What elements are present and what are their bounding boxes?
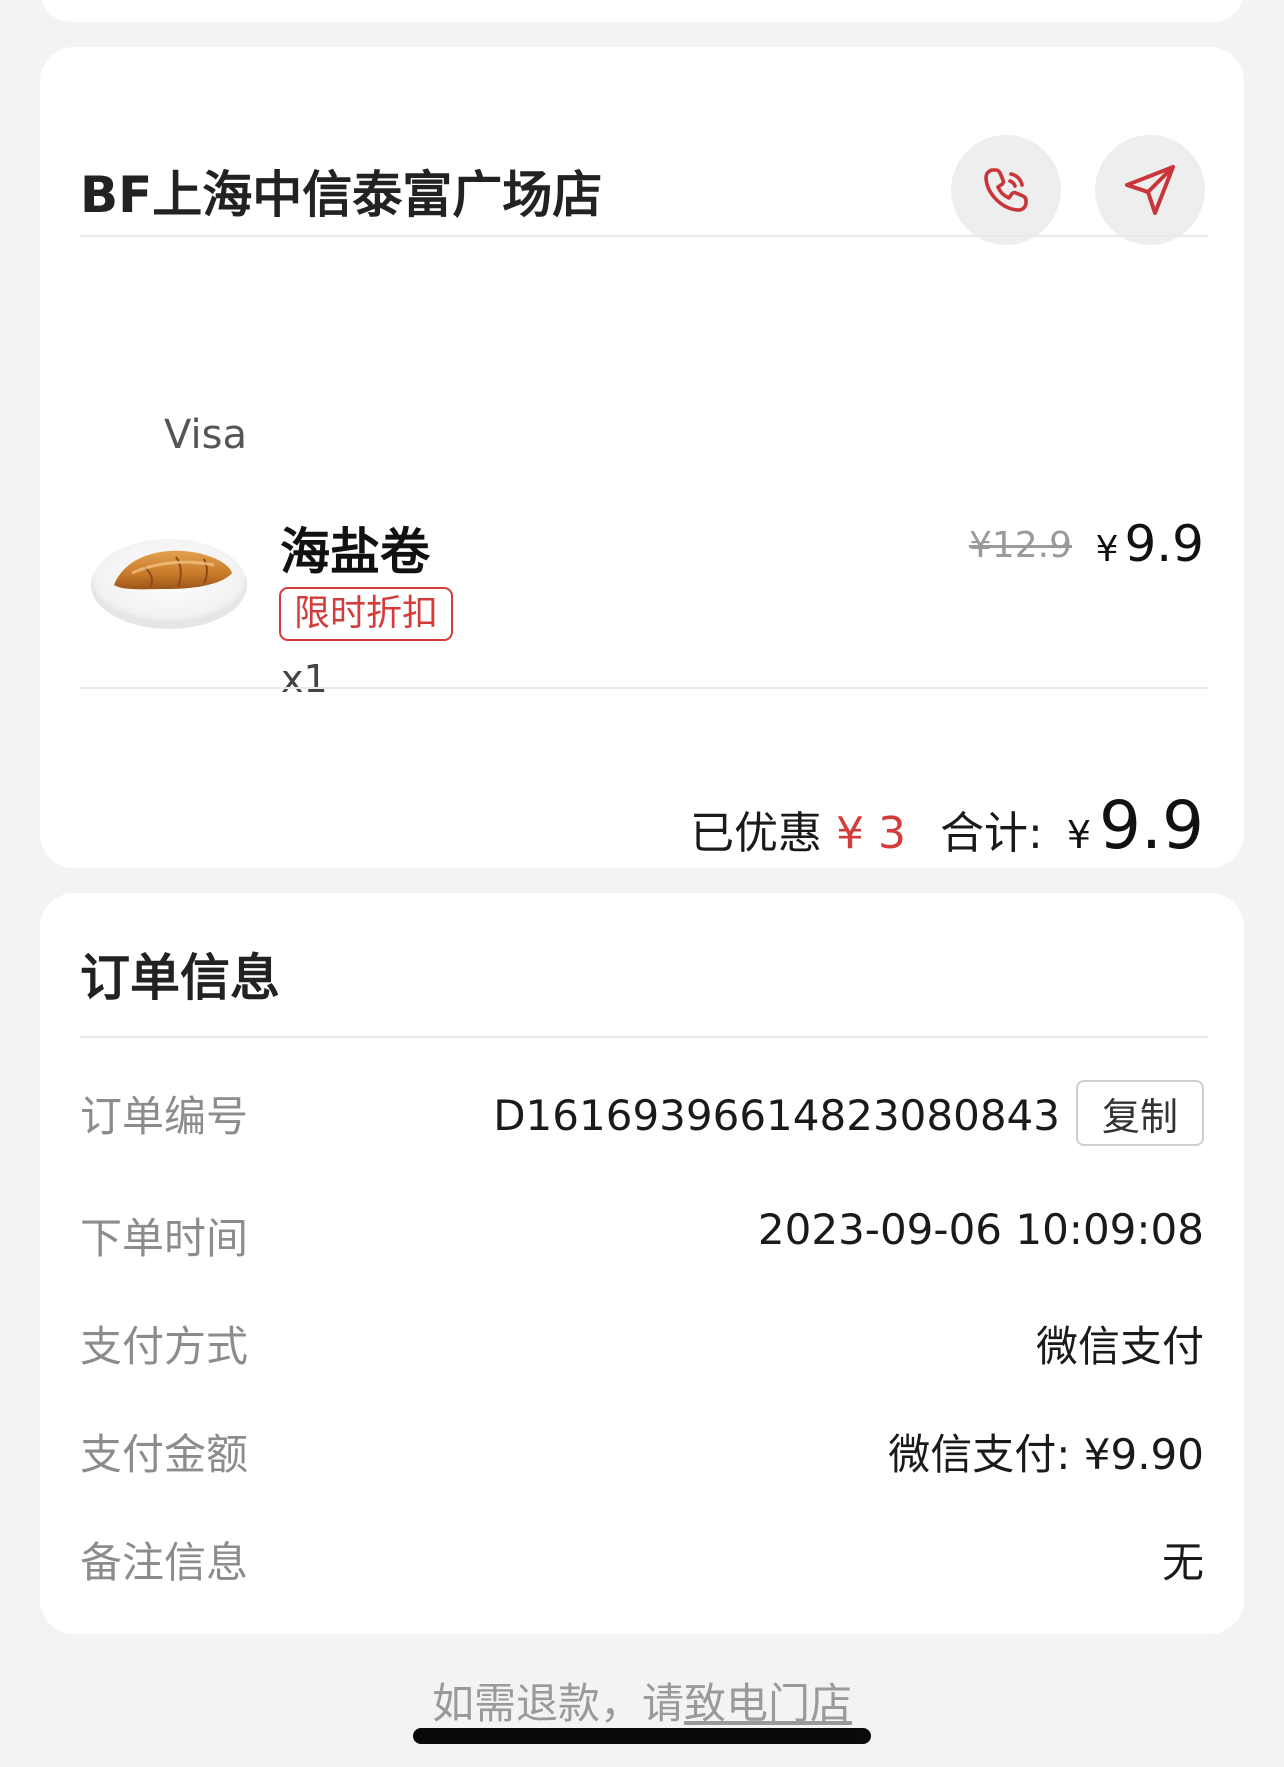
remarks-label: 备注信息 <box>80 1538 249 1587</box>
refund-note: 如需退款，请致电门店 <box>0 1670 1284 1731</box>
total-value: 9.9 <box>1099 787 1204 864</box>
payment-amount-value: 微信支付: ¥9.90 <box>888 1430 1204 1479</box>
payment-method-label: 支付方式 <box>80 1322 249 1371</box>
divider <box>80 1036 1208 1038</box>
divider <box>80 235 1208 237</box>
current-price-value: 9.9 <box>1124 515 1204 573</box>
promo-tag: 限时折扣 <box>279 587 454 641</box>
navigation-arrow-icon <box>1125 165 1175 215</box>
product-quantity: x1 <box>281 657 328 701</box>
order-info-card: 订单信息 订单编号 D1616939661482308084​3 复制 下单时间… <box>40 893 1244 1634</box>
previous-card-edge <box>40 0 1244 22</box>
discount-label: 已优惠 <box>690 808 823 859</box>
order-time-label: 下单时间 <box>80 1214 249 1263</box>
phone-icon <box>984 168 1028 212</box>
order-summary: 已优惠 ¥ 3 合计: ¥ 9.9 <box>690 787 1204 864</box>
order-time-value: 2023-09-06 10:09:08 <box>757 1205 1204 1254</box>
call-store-link[interactable]: 致电门店 <box>684 1679 852 1728</box>
total-currency: ¥ <box>1066 813 1092 857</box>
order-number-value: D1616939661482308084​3 <box>493 1091 1060 1140</box>
refund-note-text: 如需退款，请 <box>431 1679 684 1728</box>
salt-bread-roll-image <box>91 539 247 629</box>
order-info-title: 订单信息 <box>80 949 280 1007</box>
original-price: ¥12.9 <box>968 525 1072 566</box>
payment-brand-label: Visa <box>164 412 247 458</box>
order-number-label: 订单编号 <box>80 1092 249 1141</box>
discount-value: ¥ 3 <box>836 808 907 859</box>
product-name: 海盐卷 <box>280 523 430 581</box>
remarks-value: 无 <box>1161 1538 1204 1587</box>
store-name: BF上海中信泰富广场店 <box>80 166 603 224</box>
payment-amount-label: 支付金额 <box>80 1430 249 1479</box>
current-price: ¥9.9 <box>1096 515 1204 573</box>
divider <box>80 687 1208 689</box>
home-indicator[interactable] <box>413 1728 871 1744</box>
copy-order-number-button[interactable]: 复制 <box>1076 1080 1204 1146</box>
currency-symbol: ¥ <box>1095 529 1119 570</box>
call-store-button[interactable] <box>951 135 1061 245</box>
store-order-card: BF上海中信泰富广场店 Visa 海盐卷 限时折扣 x1 ¥12.9 ¥ 9.9… <box>40 47 1244 868</box>
navigate-store-button[interactable] <box>1095 135 1205 245</box>
total-label: 合计: <box>940 808 1043 859</box>
payment-method-value: 微信支付 <box>1035 1322 1204 1371</box>
